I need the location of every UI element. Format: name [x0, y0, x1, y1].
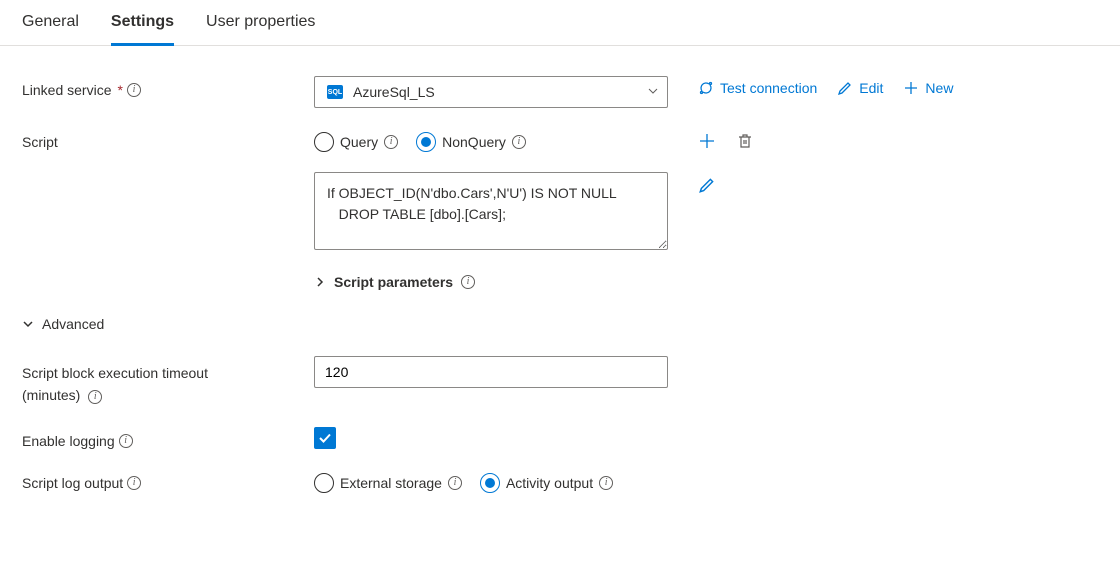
info-icon[interactable]: i [384, 135, 398, 149]
timeout-input[interactable] [314, 356, 668, 388]
info-icon[interactable]: i [127, 83, 141, 97]
linked-service-value: AzureSql_LS [353, 84, 637, 100]
add-script-button[interactable] [698, 132, 716, 150]
info-icon[interactable]: i [512, 135, 526, 149]
edit-button[interactable]: Edit [837, 80, 883, 96]
info-icon[interactable]: i [461, 275, 475, 289]
script-label: Script [22, 128, 314, 150]
info-icon[interactable]: i [448, 476, 462, 490]
linked-service-select[interactable]: SQL AzureSql_LS [314, 76, 668, 108]
tab-user-properties[interactable]: User properties [206, 13, 315, 46]
radio-query[interactable]: Query i [314, 132, 398, 152]
info-icon[interactable]: i [127, 476, 141, 490]
enable-logging-label: Enable logging i [22, 427, 314, 449]
linked-service-label: Linked service * i [22, 76, 314, 98]
info-icon[interactable]: i [88, 390, 102, 404]
timeout-label: Script block execution timeout (minutes)… [22, 356, 314, 407]
edit-script-button[interactable] [698, 176, 716, 194]
tab-general[interactable]: General [22, 13, 79, 46]
advanced-expander[interactable]: Advanced [22, 316, 1098, 332]
sql-icon: SQL [327, 85, 343, 99]
delete-script-button[interactable] [736, 132, 754, 150]
radio-nonquery[interactable]: NonQuery i [416, 132, 526, 152]
radio-external-storage[interactable]: External storage i [314, 473, 462, 493]
tab-settings[interactable]: Settings [111, 13, 174, 46]
chevron-down-icon [647, 84, 659, 100]
test-connection-button[interactable]: Test connection [698, 80, 817, 96]
tab-bar: General Settings User properties [0, 0, 1120, 46]
script-textarea[interactable]: If OBJECT_ID(N'dbo.Cars',N'U') IS NOT NU… [314, 172, 668, 250]
info-icon[interactable]: i [599, 476, 613, 490]
info-icon[interactable]: i [119, 434, 133, 448]
script-parameters-expander[interactable]: Script parameters i [314, 270, 668, 290]
log-output-label: Script log output i [22, 469, 314, 491]
required-indicator: * [118, 82, 123, 98]
radio-activity-output[interactable]: Activity output i [480, 473, 613, 493]
new-button[interactable]: New [903, 80, 953, 96]
enable-logging-checkbox[interactable] [314, 427, 336, 449]
